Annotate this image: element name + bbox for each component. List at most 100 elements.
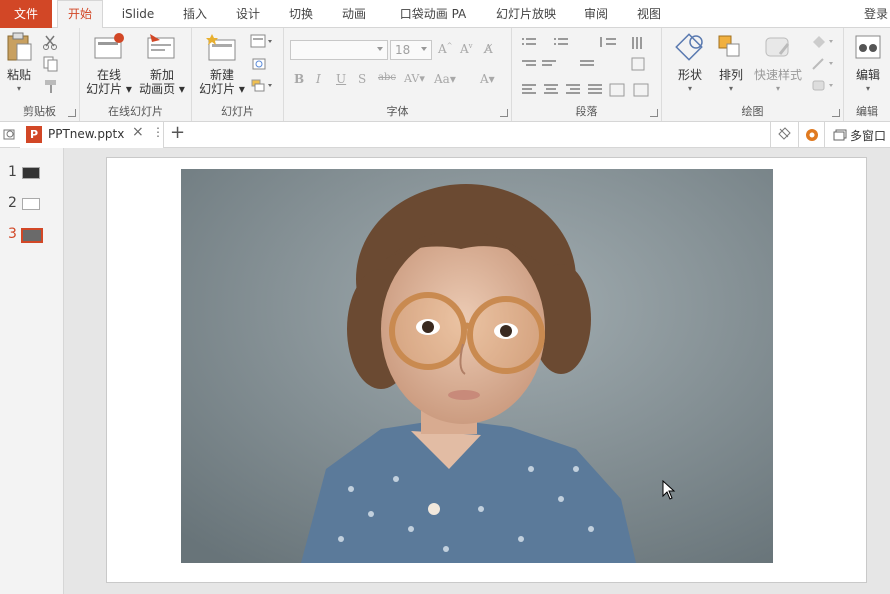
shape-outline-icon[interactable] [810,56,833,72]
shadow-icon[interactable]: S [358,72,366,86]
char-spacing-icon[interactable]: AV▾ [404,72,425,85]
binoculars-icon [852,32,884,62]
edit-label: 编辑 [855,68,880,82]
group-drawing: 形状 ▾ 排列 ▾ 快速样式 ▾ 绘图 [662,28,844,121]
shapes-icon [674,32,706,62]
copy-icon[interactable] [42,56,60,72]
new-slide-icon [206,32,238,62]
new-animation-label-1: 新加 [149,68,174,82]
slide-thumbnail-image [21,228,43,243]
settings-gear-icon[interactable] [798,122,824,148]
tab-insert[interactable]: 插入 [172,0,218,28]
font-color-icon[interactable]: A▾ [480,72,495,86]
slides-group-label: 幻灯片 [221,105,254,118]
slide-thumbnail-3[interactable]: 3 [0,224,64,246]
drawing-launcher-icon[interactable] [832,109,840,117]
group-paragraph: 段落 [512,28,662,121]
font-name-dropdown[interactable] [290,40,388,60]
ppt-file-icon: P [26,126,42,143]
home-page-icon[interactable] [3,127,17,144]
slide-thumbnail-panel: 1 2 3 [0,148,64,594]
slide-thumbnail-image [22,198,40,210]
slide-number: 3 [8,226,17,242]
tab-pocket-animation[interactable]: 口袋动画 PA [392,0,474,28]
reset-icon[interactable] [250,56,268,72]
italic-icon[interactable]: I [316,72,321,86]
increase-font-icon[interactable]: A^ [438,42,453,56]
quick-styles-label: 快速样式 [753,68,802,82]
document-tab[interactable]: P PPTnew.pptx × ⋮ [20,122,164,148]
group-font: 18 A^ Av A̸ B I U S abc AV▾ Aa▾ A▾ 字体 [284,28,512,121]
tab-file[interactable]: 文件 [0,0,52,28]
new-slide-button[interactable]: 新建 幻灯片 ▾ [196,32,248,96]
shape-effects-icon[interactable] [810,78,833,94]
slide-photo[interactable] [181,169,773,563]
drawing-group-label: 绘图 [741,105,764,118]
online-slides-icon [93,32,125,62]
slide-canvas[interactable] [106,157,867,583]
format-painter-icon[interactable] [42,78,60,94]
bold-icon[interactable]: B [294,72,304,86]
new-animation-page-icon [146,32,178,62]
more-options-icon[interactable]: ⋮ [152,125,164,139]
group-editing: 编辑 ▾ 编辑 [844,28,890,121]
tab-transitions[interactable]: 切换 [278,0,324,28]
tab-review[interactable]: 审阅 [574,0,618,28]
slide-thumbnail-1[interactable]: 1 [0,162,64,184]
group-online-slides: 在线 幻灯片 ▾ 新加 动画页 ▾ 在线幻灯片 [80,28,192,121]
online-slides-label-1: 在线 [96,68,121,82]
new-slide-label-1: 新建 [209,68,234,82]
font-launcher-icon[interactable] [500,109,508,117]
new-animation-page-button[interactable]: 新加 动画页 ▾ [136,32,188,96]
multi-window-label: 多窗口 [850,129,887,143]
paste-button[interactable]: 粘贴 ▾ [4,32,34,96]
paragraph-launcher-icon[interactable] [650,109,658,117]
edit-button[interactable]: 编辑 ▾ [850,32,886,96]
online-slides-label-2: 幻灯片 ▾ [86,82,132,96]
arrange-icon [715,32,747,62]
change-case-icon[interactable]: Aa▾ [434,72,456,86]
slide-number: 1 [8,164,17,180]
new-slide-label-2: 幻灯片 ▾ [199,82,245,96]
slide-thumbnail-image [22,167,40,179]
group-slides: 新建 幻灯片 ▾ 幻灯片 [192,28,284,121]
tab-animations[interactable]: 动画 [331,0,377,28]
decrease-font-icon[interactable]: Av [460,42,473,56]
add-tab-icon[interactable]: + [170,122,185,143]
cut-icon[interactable] [42,34,60,50]
clear-format-icon[interactable]: A̸ [484,42,493,56]
multi-window-button[interactable]: 多窗口 [824,122,890,148]
shapes-button[interactable]: 形状 ▾ [670,32,710,96]
clipboard-icon [4,32,36,62]
tab-slideshow[interactable]: 幻灯片放映 [488,0,564,28]
new-animation-label-2: 动画页 ▾ [139,82,185,96]
paragraph-tools-icon[interactable] [520,34,660,100]
slide-thumbnail-2[interactable]: 2 [0,193,64,215]
close-icon[interactable]: × [132,124,144,140]
document-file-name: PPTnew.pptx [48,127,125,141]
paragraph-group-label: 段落 [575,105,598,118]
online-slides-group-label: 在线幻灯片 [108,105,163,118]
font-size-dropdown[interactable]: 18 [390,40,432,60]
editing-group-label: 编辑 [856,105,878,118]
window-icon [833,129,847,141]
quick-styles-button[interactable]: 快速样式 ▾ [752,32,804,96]
strikethrough-icon[interactable]: abc [378,72,396,83]
tab-home[interactable]: 开始 [57,0,103,29]
chevron-down-icon [421,47,427,51]
shape-fill-icon[interactable] [810,34,833,50]
underline-icon[interactable]: U [336,72,346,86]
section-icon[interactable] [250,78,272,94]
tab-islide[interactable]: iSlide [115,0,161,28]
tab-design[interactable]: 设计 [225,0,271,28]
clipboard-launcher-icon[interactable] [68,109,76,117]
login-link[interactable]: 登录 [862,0,890,28]
arrange-label: 排列 [718,68,743,82]
layout-icon[interactable] [250,34,272,50]
arrange-button[interactable]: 排列 ▾ [712,32,750,96]
font-size-value: 18 [395,43,411,57]
pin-icon[interactable] [770,122,798,148]
paste-label: 粘贴 [6,68,31,82]
online-slides-button[interactable]: 在线 幻灯片 ▾ [84,32,134,96]
tab-view[interactable]: 视图 [626,0,672,28]
